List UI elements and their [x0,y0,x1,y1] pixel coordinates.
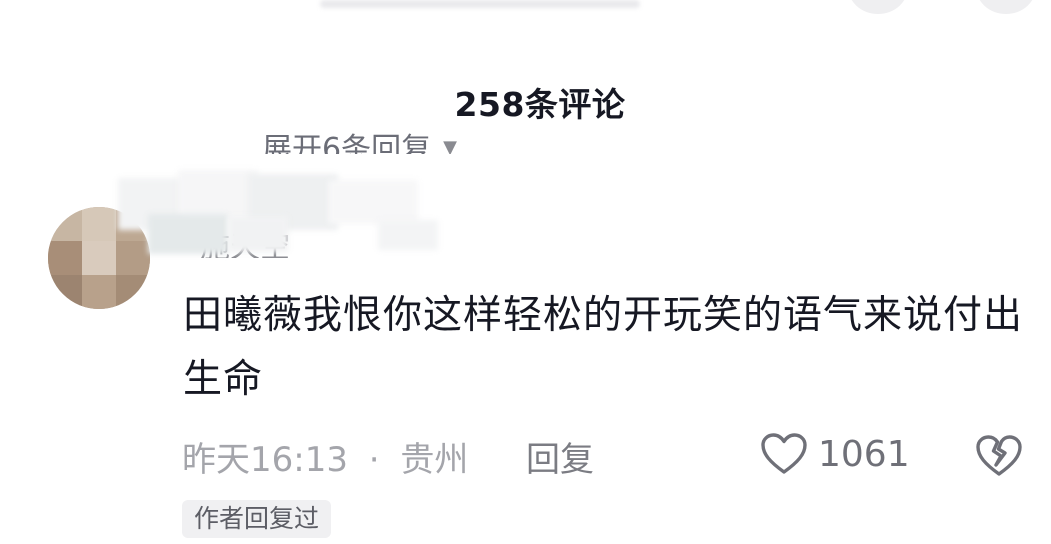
like-button[interactable]: 1061 [760,432,910,476]
top-round-button-2[interactable] [976,0,1036,14]
broken-heart-icon[interactable] [974,434,1024,478]
expand-replies-link[interactable]: 展开6条回复 ▼ [262,112,457,154]
comment-text: 田曦薇我恨你这样轻松的开玩笑的语气来说付出生命 [183,293,1024,402]
author-replied-badge: 作者回复过 [182,500,332,538]
comment-time: 昨天16:13 [182,440,348,480]
comment-meta-row: 昨天16:13 · 贵州 回复 1061 [182,432,1042,480]
comments-count-title: 258条评论 [454,85,626,124]
heart-outline-icon [761,433,807,474]
username-mosaic [118,170,448,260]
chevron-down-icon: ▼ [443,137,457,154]
comment-location: 贵州 [400,440,469,480]
meta-separator: · [368,440,380,480]
like-count: 1061 [818,433,910,475]
top-round-button-1[interactable] [848,0,908,14]
blurred-header-bar [320,0,640,8]
top-strip [0,0,1051,14]
reply-button[interactable]: 回复 [526,432,594,481]
comment-time-location: 昨天16:13 · 贵州 [182,432,468,481]
expand-replies-label: 展开6条回复 [262,132,432,154]
